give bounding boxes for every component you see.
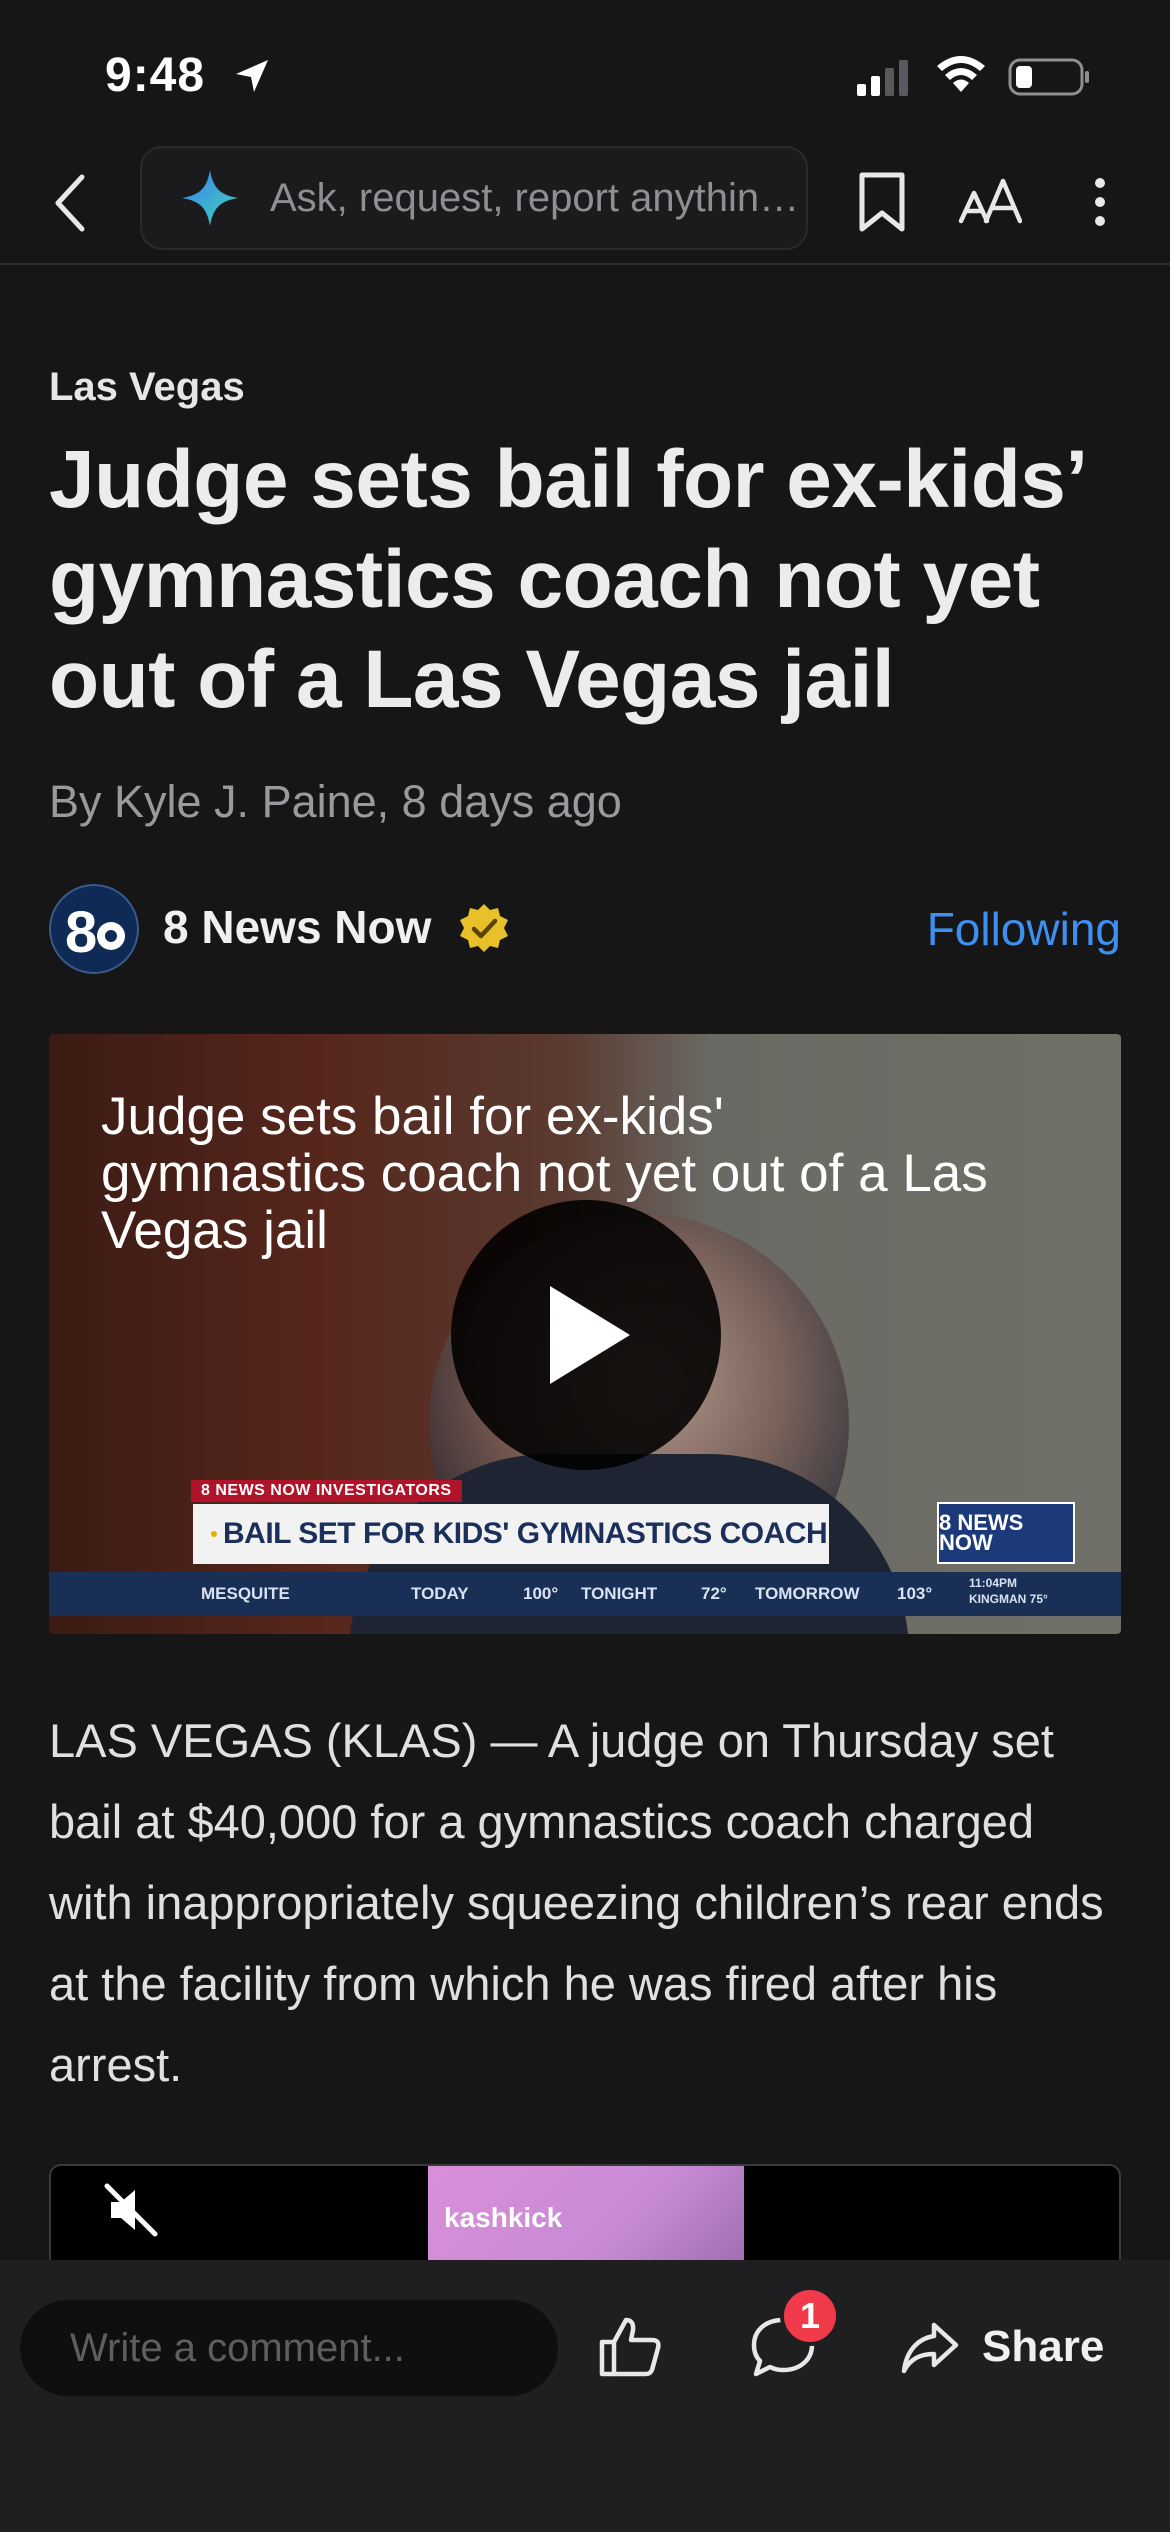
verified-badge-icon [460, 904, 508, 952]
video-tag: 8 NEWS NOW INVESTIGATORS [191, 1480, 462, 1502]
location-arrow-icon [236, 60, 268, 92]
ticker-today-temp: 100° [523, 1584, 559, 1603]
back-button[interactable] [40, 168, 100, 238]
ticker-tomorrow-temp: 103° [897, 1584, 933, 1603]
bottom-action-bar: Write a comment... 1 Share [0, 2260, 1170, 2532]
ticker-tonight: TONIGHT [581, 1584, 658, 1603]
ticker-today: TODAY [411, 1584, 469, 1603]
svg-text:8: 8 [65, 900, 97, 965]
comment-count-badge: 1 [780, 2286, 840, 2346]
wifi-icon [937, 56, 985, 92]
play-icon [550, 1286, 630, 1384]
video-channel-logo: 8 NEWS NOW [937, 1502, 1075, 1564]
text-size-button[interactable] [950, 162, 1030, 242]
publisher-logo[interactable]: 8 [49, 884, 139, 974]
article-category[interactable]: Las Vegas [49, 365, 245, 410]
comment-input[interactable]: Write a comment... [20, 2300, 558, 2396]
more-options-button[interactable] [1075, 162, 1125, 242]
bookmark-icon [859, 172, 905, 232]
article-body: LAS VEGAS (KLAS) — A judge on Thursday s… [49, 1714, 1104, 2091]
thumbs-up-icon[interactable] [596, 2312, 666, 2382]
publisher-name[interactable]: 8 News Now [163, 900, 431, 954]
vertical-ellipsis-icon [1095, 178, 1105, 226]
video-weather-ticker: MESQUITE TODAY 100° TONIGHT 72° TOMORROW… [49, 1572, 1121, 1616]
bookmark-button[interactable] [852, 162, 912, 242]
ad-video[interactable]: kashkick [49, 2164, 1121, 2274]
ad-image: kashkick [428, 2166, 744, 2272]
following-button[interactable]: Following [927, 902, 1121, 956]
ticker-tonight-temp: 72° [701, 1584, 727, 1603]
share-label: Share [982, 2322, 1105, 2371]
play-button[interactable] [451, 1200, 721, 1470]
cellular-signal-icon [857, 60, 908, 96]
article-headline: Judge sets bail for ex-kids’ gymnastics … [49, 434, 1084, 725]
news-8-logo-icon: 8 [49, 884, 139, 974]
status-bar: 9:48 [0, 0, 1170, 140]
ticker-location: MESQUITE [201, 1584, 290, 1603]
battery-icon [1008, 58, 1089, 96]
ticker-tomorrow: TOMORROW [755, 1584, 860, 1603]
share-arrow-icon [901, 2322, 959, 2374]
ticker-side-place: KINGMAN 75° [969, 1592, 1048, 1606]
chevron-left-icon [55, 174, 85, 232]
publisher-row: 8 8 News Now Following [49, 882, 1121, 978]
share-button[interactable]: Share [900, 2312, 1104, 2382]
text-size-icon [958, 178, 1022, 224]
muted-speaker-icon[interactable] [101, 2180, 161, 2240]
status-time: 9:48 [105, 49, 206, 102]
ad-brand: kashkick [444, 2202, 563, 2233]
ai-sparkle-icon [182, 170, 238, 226]
video-lower-third: BAIL SET FOR KIDS' GYMNASTICS COACH [193, 1504, 829, 1564]
video-player[interactable]: Judge sets bail for ex-kids' gymnastics … [49, 1034, 1121, 1634]
search-placeholder: Ask, request, report anything... [270, 175, 806, 220]
article-byline: By Kyle J. Paine, 8 days ago [49, 776, 622, 827]
ask-search-input[interactable]: Ask, request, report anything... [140, 146, 808, 250]
top-nav: Ask, request, report anything... [0, 140, 1170, 265]
ticker-side-time: 11:04PM [969, 1576, 1018, 1590]
